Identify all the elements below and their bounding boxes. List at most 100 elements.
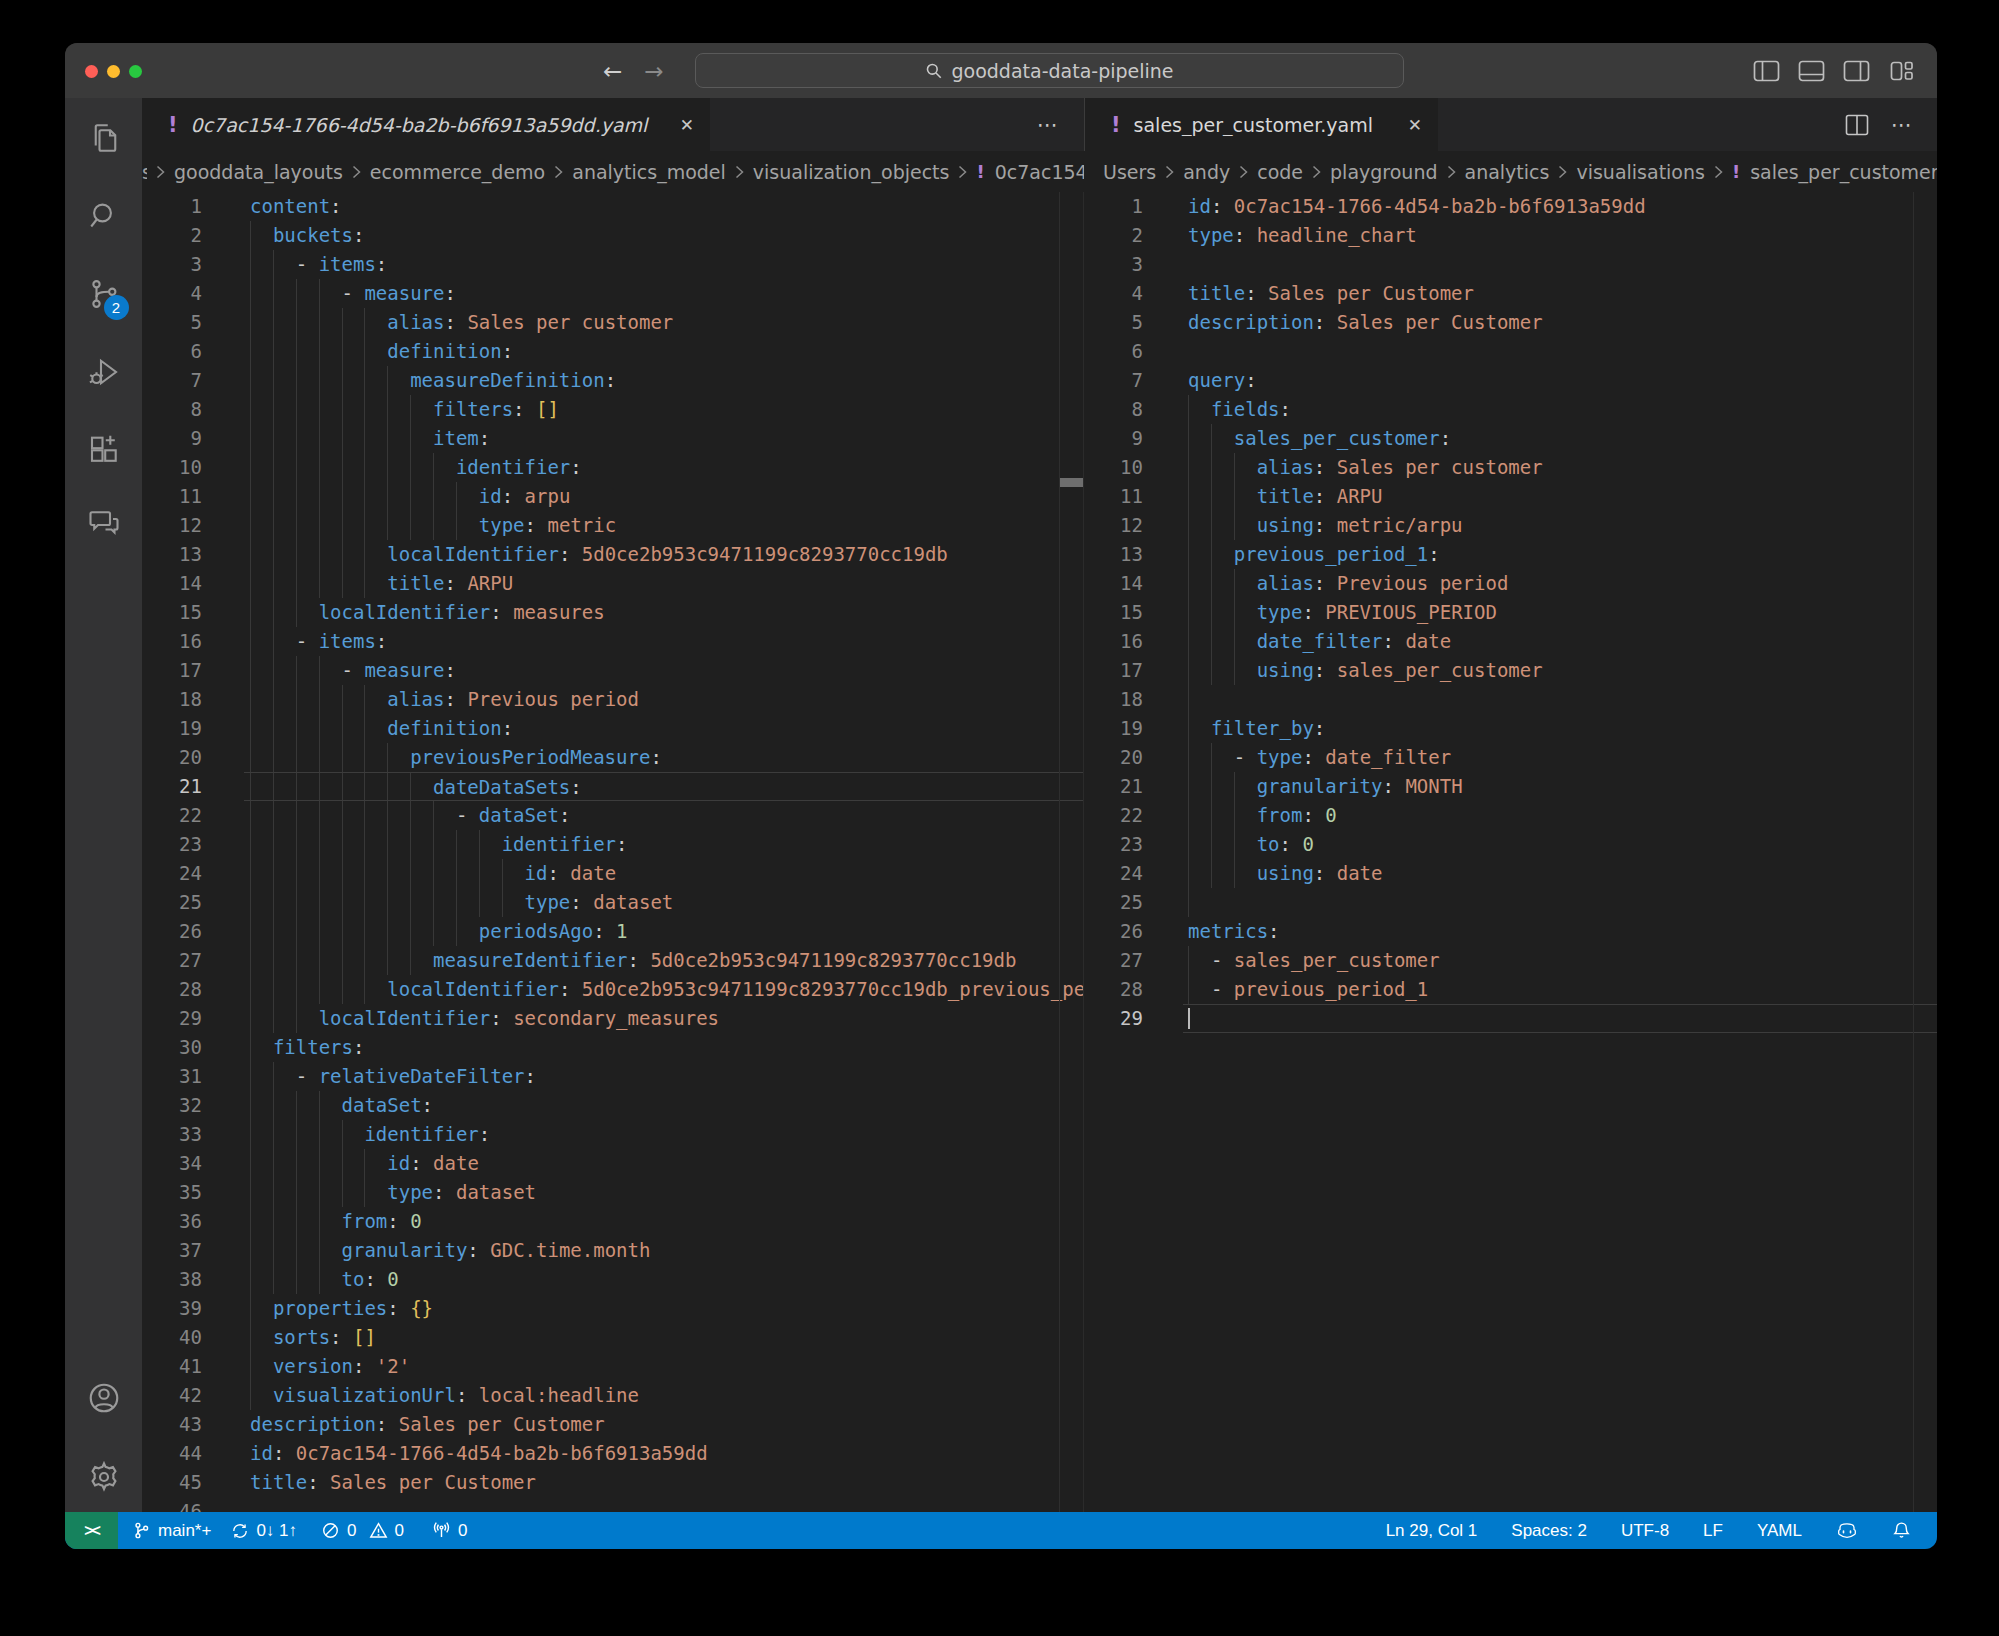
code-line-content[interactable]: granularity: GDC.time.month: [244, 1236, 1083, 1265]
code-line[interactable]: 1content:: [142, 192, 1083, 221]
code-line-content[interactable]: measureIdentifier: 5d0ce2b953c9471199c82…: [244, 946, 1083, 975]
code-line[interactable]: 27 measureIdentifier: 5d0ce2b953c9471199…: [142, 946, 1083, 975]
code-line-content[interactable]: localIdentifier: 5d0ce2b953c9471199c8293…: [244, 540, 1083, 569]
code-line[interactable]: 20 - type: date_filter: [1084, 743, 1937, 772]
code-line-content[interactable]: from: 0: [1183, 801, 1937, 830]
code-line-content[interactable]: definition:: [244, 714, 1083, 743]
code-line[interactable]: 24 using: date: [1084, 859, 1937, 888]
code-line[interactable]: 28 localIdentifier: 5d0ce2b953c9471199c8…: [142, 975, 1083, 1004]
code-line[interactable]: 16 date_filter: date: [1084, 627, 1937, 656]
code-line[interactable]: 5description: Sales per Customer: [1084, 308, 1937, 337]
code-line-content[interactable]: filters:: [244, 1033, 1083, 1062]
command-center[interactable]: gooddata-data-pipeline: [695, 53, 1404, 88]
code-line-content[interactable]: type: metric: [244, 511, 1083, 540]
sync-item[interactable]: 0↓ 1↑: [231, 1521, 297, 1541]
code-line-content[interactable]: identifier:: [244, 1120, 1083, 1149]
code-line-content[interactable]: dateDataSets:: [244, 772, 1083, 801]
search-sidebar-icon[interactable]: [86, 198, 122, 234]
ports-item[interactable]: 0: [432, 1521, 467, 1541]
code-line-content[interactable]: title: Sales per Customer: [244, 1468, 1083, 1497]
code-line-content[interactable]: metrics:: [1183, 917, 1937, 946]
code-line-content[interactable]: using: sales_per_customer: [1183, 656, 1937, 685]
code-line-content[interactable]: type: headline_chart: [1183, 221, 1937, 250]
breadcrumb-right[interactable]: Usersandycodeplaygroundanalyticsvisualis…: [1084, 151, 1937, 192]
code-line[interactable]: 21 granularity: MONTH: [1084, 772, 1937, 801]
code-line-content[interactable]: item:: [244, 424, 1083, 453]
code-line[interactable]: 42 visualizationUrl: local:headline: [142, 1381, 1083, 1410]
code-line-content[interactable]: - dataSet:: [244, 801, 1083, 830]
settings-gear-icon[interactable]: [85, 1459, 122, 1496]
code-line[interactable]: 26metrics:: [1084, 917, 1937, 946]
code-line-content[interactable]: alias: Previous period: [244, 685, 1083, 714]
back-icon[interactable]: ←: [603, 58, 622, 84]
code-line-content[interactable]: content:: [244, 192, 1083, 221]
code-line[interactable]: 28 - previous_period_1: [1084, 975, 1937, 1004]
code-line[interactable]: 25 type: dataset: [142, 888, 1083, 917]
code-line[interactable]: 27 - sales_per_customer: [1084, 946, 1937, 975]
code-line[interactable]: 12 using: metric/arpu: [1084, 511, 1937, 540]
code-line[interactable]: 44id: 0c7ac154-1766-4d54-ba2b-b6f6913a59…: [142, 1439, 1083, 1468]
toggle-panel-icon[interactable]: [1798, 59, 1825, 83]
code-line-content[interactable]: - type: date_filter: [1183, 743, 1937, 772]
code-line[interactable]: 14 alias: Previous period: [1084, 569, 1937, 598]
code-line[interactable]: 3: [1084, 250, 1937, 279]
code-line-content[interactable]: granularity: MONTH: [1183, 772, 1937, 801]
code-line[interactable]: 31 - relativeDateFilter:: [142, 1062, 1083, 1091]
code-line-content[interactable]: [1183, 1004, 1937, 1033]
code-line-content[interactable]: description: Sales per Customer: [1183, 308, 1937, 337]
close-tab-icon[interactable]: ✕: [1408, 115, 1422, 135]
copilot-icon[interactable]: [1836, 1521, 1858, 1541]
code-line-content[interactable]: id: 0c7ac154-1766-4d54-ba2b-b6f6913a59dd: [244, 1439, 1083, 1468]
code-line[interactable]: 39 properties: {}: [142, 1294, 1083, 1323]
code-line[interactable]: 6 definition:: [142, 337, 1083, 366]
code-line[interactable]: 33 identifier:: [142, 1120, 1083, 1149]
bell-icon[interactable]: [1892, 1521, 1911, 1540]
code-line[interactable]: 15 localIdentifier: measures: [142, 598, 1083, 627]
code-line-content[interactable]: id: date: [244, 1149, 1083, 1178]
code-line[interactable]: 23 identifier:: [142, 830, 1083, 859]
code-line-content[interactable]: to: 0: [244, 1265, 1083, 1294]
encoding[interactable]: UTF-8: [1621, 1521, 1669, 1541]
code-line[interactable]: 18 alias: Previous period: [142, 685, 1083, 714]
code-line-content[interactable]: localIdentifier: measures: [244, 598, 1083, 627]
code-line-content[interactable]: - previous_period_1: [1183, 975, 1937, 1004]
code-line-content[interactable]: description: Sales per Customer: [244, 1410, 1083, 1439]
code-line-content[interactable]: type: PREVIOUS_PERIOD: [1183, 598, 1937, 627]
code-line[interactable]: 22 from: 0: [1084, 801, 1937, 830]
breadcrumb-item[interactable]: playground: [1330, 161, 1437, 183]
code-line-content[interactable]: - sales_per_customer: [1183, 946, 1937, 975]
code-line-content[interactable]: buckets:: [244, 221, 1083, 250]
code-line-content[interactable]: - items:: [244, 627, 1083, 656]
code-line-content[interactable]: fields:: [1183, 395, 1937, 424]
code-line-content[interactable]: properties: {}: [244, 1294, 1083, 1323]
scrollbar-lane[interactable]: [1059, 192, 1083, 1512]
code-line[interactable]: 20 previousPeriodMeasure:: [142, 743, 1083, 772]
forward-icon[interactable]: →: [644, 58, 663, 84]
explorer-icon[interactable]: [86, 120, 122, 156]
code-line-content[interactable]: - measure:: [244, 656, 1083, 685]
code-line[interactable]: 2 buckets:: [142, 221, 1083, 250]
code-line[interactable]: 30 filters:: [142, 1033, 1083, 1062]
code-line-content[interactable]: [1183, 685, 1937, 714]
close-tab-icon[interactable]: ✕: [680, 115, 694, 135]
code-line[interactable]: 10 alias: Sales per customer: [1084, 453, 1937, 482]
code-line-content[interactable]: date_filter: date: [1183, 627, 1937, 656]
branch-item[interactable]: main*+: [132, 1521, 211, 1541]
code-line-content[interactable]: alias: Sales per customer: [244, 308, 1083, 337]
toggle-sidebar-icon[interactable]: [1753, 59, 1780, 83]
breadcrumb-file[interactable]: !0c7ac154-1766-4d54-ba2b-b6f6913a59dd.ya…: [976, 161, 1084, 183]
code-line-content[interactable]: alias: Previous period: [1183, 569, 1937, 598]
code-line-content[interactable]: filters: []: [244, 395, 1083, 424]
code-line-content[interactable]: title: ARPU: [244, 569, 1083, 598]
code-line-content[interactable]: [1183, 337, 1937, 366]
code-line-content[interactable]: identifier:: [244, 830, 1083, 859]
breadcrumb-item[interactable]: code: [1257, 161, 1303, 183]
breadcrumb-left[interactable]: sgooddata_layoutsecommerce_demoanalytics…: [142, 151, 1084, 192]
code-line[interactable]: 12 type: metric: [142, 511, 1083, 540]
editor-right[interactable]: 1id: 0c7ac154-1766-4d54-ba2b-b6f6913a59d…: [1084, 192, 1937, 1512]
code-line[interactable]: 26 periodsAgo: 1: [142, 917, 1083, 946]
code-line-content[interactable]: id: date: [244, 859, 1083, 888]
code-line[interactable]: 18: [1084, 685, 1937, 714]
code-line[interactable]: 46: [142, 1497, 1083, 1512]
code-line-content[interactable]: from: 0: [244, 1207, 1083, 1236]
